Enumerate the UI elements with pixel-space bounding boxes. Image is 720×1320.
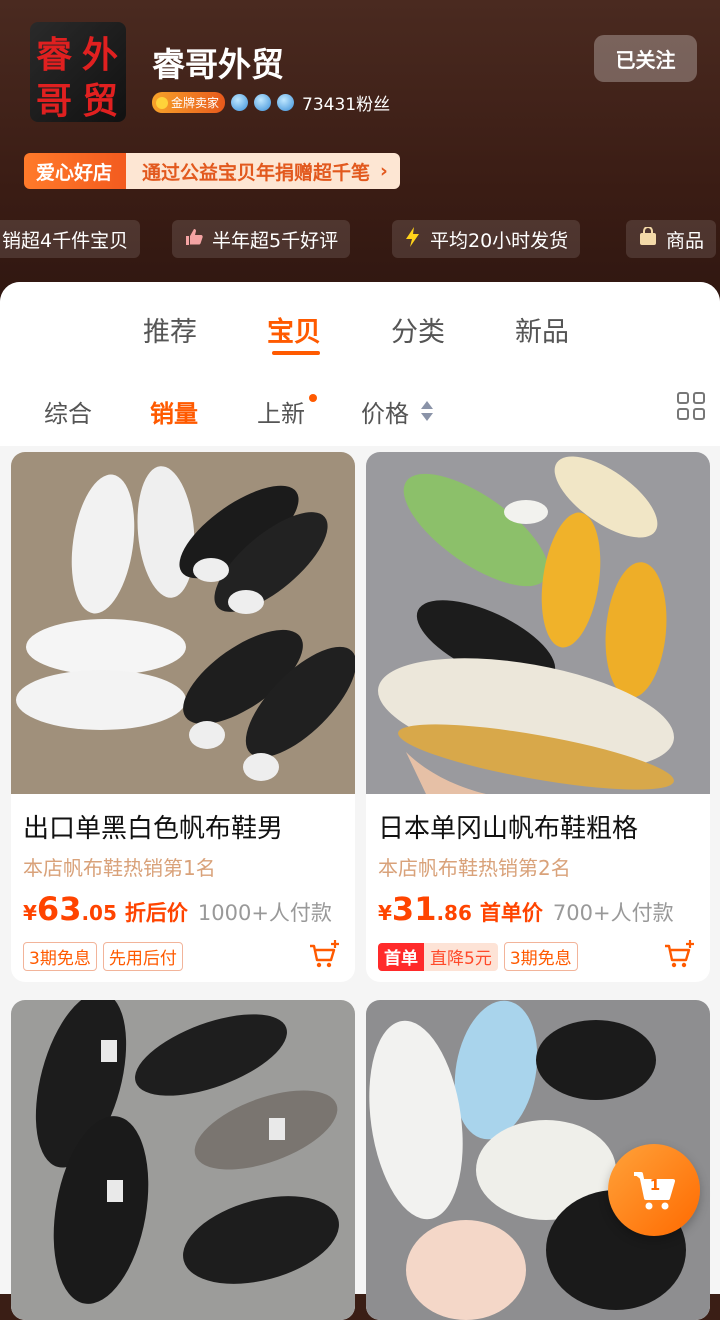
- sort-overall[interactable]: 综合: [44, 394, 92, 429]
- thumbs-up-icon: [184, 227, 204, 252]
- product-title: 出口单黑白色帆布鞋男: [23, 814, 284, 844]
- tab-new[interactable]: 新品: [515, 310, 569, 349]
- currency-symbol: ¥: [378, 901, 392, 925]
- price-decimal: .86: [436, 901, 472, 925]
- price-label: 折后价: [124, 901, 188, 925]
- sort-bar: 综合 销量 上新 价格: [0, 374, 720, 446]
- crown-icon: [277, 94, 295, 111]
- sold-count: 1000+人付款: [197, 901, 332, 925]
- logo-char: 睿: [36, 34, 73, 76]
- shop-tabs: 推荐 宝贝 分类 新品: [0, 282, 720, 374]
- product-image[interactable]: [11, 452, 355, 794]
- logo-char: 哥: [36, 80, 73, 122]
- charity-desc: 通过公益宝贝年捐赠超千笔 ›: [126, 153, 400, 189]
- shop-header: 睿 外 哥 贸 睿哥外贸 金牌卖家 73431粉丝 已关注 爱心好店 通过公益宝…: [0, 0, 720, 320]
- price-row: ¥ 63 .05 折后价 1000+人付款: [23, 890, 332, 928]
- sold-count: 700+人付款: [552, 901, 674, 925]
- gold-seller-label: 金牌卖家: [171, 96, 220, 110]
- shop-name[interactable]: 睿哥外贸: [152, 38, 284, 86]
- tab-category[interactable]: 分类: [391, 310, 445, 349]
- price-row: ¥ 31 .86 首单价 700+人付款: [378, 890, 674, 928]
- cart-count: 1: [649, 1176, 661, 1194]
- highlight-pill[interactable]: 销超4千件宝贝: [0, 220, 141, 258]
- product-title: 日本单冈山帆布鞋粗格: [378, 814, 639, 844]
- price-decimal: .05: [81, 901, 117, 925]
- product-image[interactable]: [366, 452, 710, 794]
- highlight-pill[interactable]: 半年超5千好评: [172, 220, 351, 258]
- sort-price[interactable]: 价格: [361, 394, 409, 429]
- product-rank[interactable]: 本店帆布鞋热销第1名: [23, 852, 216, 881]
- first-order-label: 首单: [378, 942, 424, 971]
- follow-button[interactable]: 已关注: [594, 35, 697, 82]
- grid-view-icon[interactable]: [677, 392, 707, 422]
- highlight-label: 平均20小时发货: [430, 229, 569, 252]
- lightning-icon: [404, 226, 422, 252]
- sort-arrows-icon[interactable]: [420, 400, 434, 422]
- price-integer: 63: [36, 890, 82, 928]
- new-dot-indicator: [309, 394, 317, 402]
- floating-cart-button[interactable]: 1: [608, 1144, 700, 1236]
- charity-tag: 爱心好店: [24, 153, 127, 189]
- active-tab-indicator: [272, 351, 320, 355]
- add-to-cart-icon[interactable]: [662, 938, 696, 972]
- crown-icon: [231, 94, 249, 111]
- promo-tags: 3期免息 先用后付: [23, 942, 183, 971]
- product-image[interactable]: [11, 1000, 355, 1320]
- logo-char: 外: [82, 34, 119, 76]
- product-card[interactable]: 出口单黑白色帆布鞋男 本店帆布鞋热销第1名 ¥ 63 .05 折后价 1000+…: [11, 452, 355, 982]
- discount-label: 直降5元: [424, 942, 498, 971]
- sort-newest[interactable]: 上新: [257, 394, 305, 429]
- product-card[interactable]: [11, 1000, 355, 1320]
- bag-icon: [638, 225, 658, 252]
- price-label: 首单价: [479, 901, 543, 925]
- product-card[interactable]: 日本单冈山帆布鞋粗格 本店帆布鞋热销第2名 ¥ 31 .86 首单价 700+人…: [366, 452, 710, 982]
- tab-recommend[interactable]: 推荐: [143, 310, 197, 349]
- gold-seller-badge: 金牌卖家: [152, 92, 226, 113]
- highlight-label: 销超4千件宝贝: [2, 229, 129, 252]
- promo-tag: 先用后付: [102, 942, 183, 971]
- fans-count: 73431粉丝: [302, 95, 391, 115]
- highlight-label: 半年超5千好评: [212, 229, 339, 252]
- highlight-pill[interactable]: 商品: [626, 220, 717, 258]
- tab-items[interactable]: 宝贝: [267, 310, 321, 349]
- product-rank[interactable]: 本店帆布鞋热销第2名: [378, 852, 571, 881]
- highlight-label: 商品: [666, 229, 705, 252]
- charity-banner[interactable]: 爱心好店 通过公益宝贝年捐赠超千笔 ›: [24, 153, 400, 189]
- add-to-cart-icon[interactable]: [307, 938, 341, 972]
- chevron-right-icon: ›: [380, 160, 388, 182]
- content-panel: 推荐 宝贝 分类 新品 综合 销量 上新 价格 出口单黑白色帆布鞋男 本店帆布鞋…: [0, 282, 720, 1320]
- price-integer: 31: [391, 890, 437, 928]
- promo-tag: 3期免息: [503, 942, 578, 971]
- sort-sales[interactable]: 销量: [150, 394, 198, 429]
- promo-tags: 首单 直降5元 3期免息: [378, 942, 578, 971]
- promo-tag: 3期免息: [23, 942, 97, 971]
- logo-char: 贸: [82, 80, 119, 122]
- shop-badges: 金牌卖家 73431粉丝: [152, 90, 390, 115]
- currency-symbol: ¥: [23, 901, 37, 925]
- first-order-tag: 首单 直降5元: [378, 942, 498, 971]
- highlight-pill[interactable]: 平均20小时发货: [392, 220, 581, 258]
- crown-icon: [254, 94, 272, 111]
- medal-icon: [156, 96, 168, 109]
- charity-desc-text: 通过公益宝贝年捐赠超千笔: [142, 161, 371, 184]
- shop-logo[interactable]: 睿 外 哥 贸: [30, 22, 126, 122]
